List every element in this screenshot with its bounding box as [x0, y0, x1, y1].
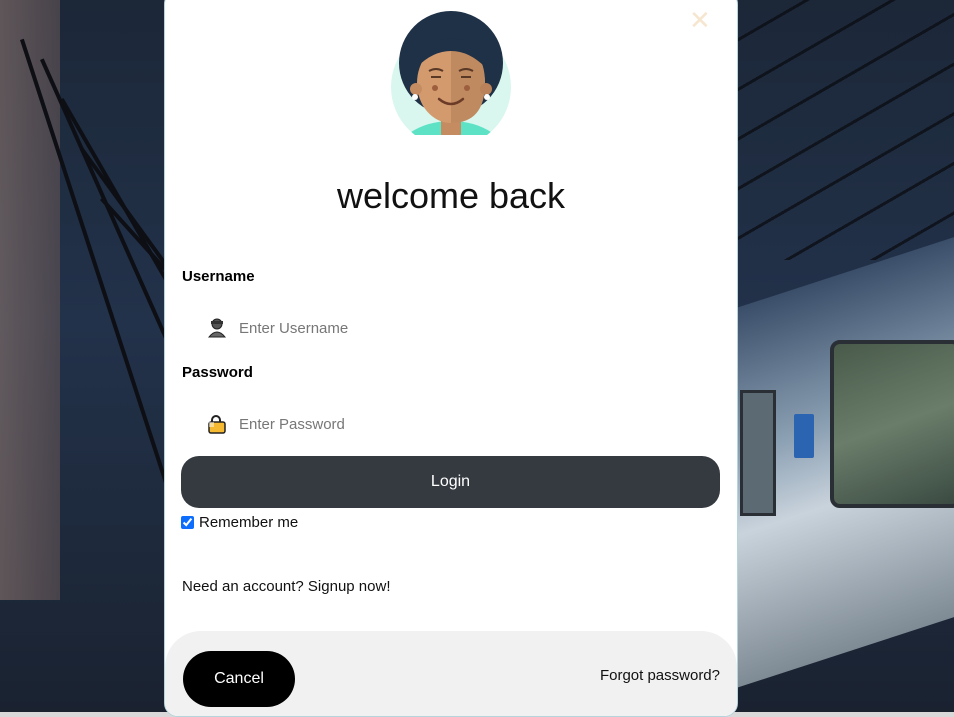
avatar-icon: [391, 11, 511, 147]
remember-me[interactable]: Remember me: [181, 514, 298, 531]
user-icon: [205, 316, 229, 340]
forgot-password-link[interactable]: Forgot password?: [600, 667, 720, 684]
page-title: welcome back: [336, 175, 566, 216]
background-train-door: [740, 390, 776, 516]
username-input[interactable]: [237, 318, 681, 338]
background-lines: [724, 0, 954, 260]
signup-link[interactable]: Need an account? Signup now!: [182, 578, 390, 595]
close-icon[interactable]: ✕: [689, 7, 711, 33]
avatar: [389, 11, 513, 147]
username-label: Username: [182, 268, 255, 285]
password-label: Password: [182, 364, 253, 381]
modal-footer: Cancel Forgot password?: [165, 631, 737, 716]
lock-icon: [205, 412, 229, 436]
login-button[interactable]: Login: [181, 456, 720, 508]
remember-me-label: Remember me: [199, 514, 299, 531]
accessibility-sign-icon: [794, 414, 814, 458]
username-field-row: [182, 311, 720, 345]
background-train-window: [830, 340, 954, 508]
password-field-row: [182, 407, 720, 441]
background-building: [0, 0, 60, 600]
cancel-button[interactable]: Cancel: [183, 651, 295, 707]
login-modal: ✕ welcome back Username Enter Username P…: [164, 0, 738, 717]
password-input[interactable]: [237, 414, 681, 434]
remember-me-checkbox[interactable]: [181, 516, 194, 529]
